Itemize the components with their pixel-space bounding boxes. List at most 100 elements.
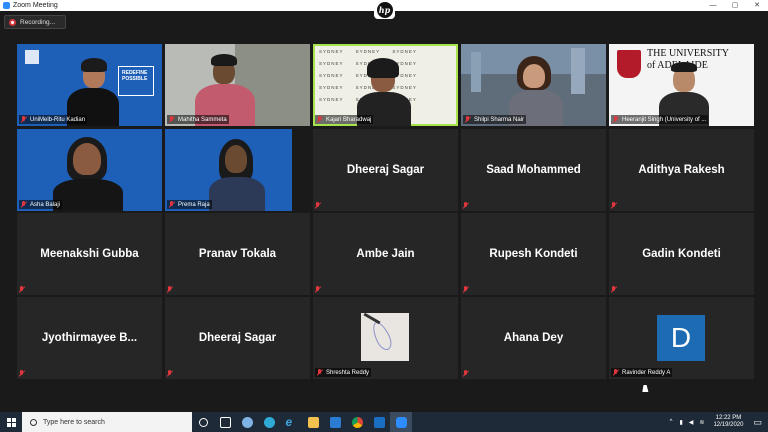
participant-display-name: Gadin Kondeti: [642, 248, 721, 260]
participant-display-name: Pranav Tokala: [198, 248, 277, 260]
video-feed: [165, 44, 310, 126]
edge-icon[interactable]: [258, 412, 280, 432]
participant-display-name: Adithya Rakesh: [638, 164, 725, 176]
system-tray: ^ ▮ ◀ ≋ 12:22 PM 12/19/2020 ▭: [666, 412, 768, 432]
mic-muted-icon: [21, 201, 27, 208]
mic-muted-icon: [21, 116, 27, 123]
clock-time: 12:22 PM: [715, 415, 742, 421]
maximize-button[interactable]: ▢: [724, 0, 746, 11]
mic-muted-icon: [611, 286, 617, 293]
mic-muted-icon: [465, 116, 471, 123]
participant-tile[interactable]: Mahitha Sammeta: [165, 44, 310, 126]
minimize-button[interactable]: —: [702, 0, 724, 11]
participant-display-name: Rupesh Kondeti: [489, 248, 578, 260]
mic-muted-icon: [167, 370, 173, 377]
mic-muted-icon: [167, 286, 173, 293]
participant-tile[interactable]: Saad Mohammed: [461, 129, 606, 211]
participant-tile[interactable]: THE UNIVERSITY of ADELAIDE Heeranjit Sin…: [609, 44, 754, 126]
search-icon: [30, 418, 37, 426]
participant-tile[interactable]: Shilpi Sharma Nair: [461, 44, 606, 126]
participant-tile[interactable]: Gadin Kondeti: [609, 213, 754, 295]
participant-display-name: Meenakshi Gubba: [40, 248, 139, 260]
taskbar-clock[interactable]: 12:22 PM 12/19/2020: [713, 415, 743, 429]
participant-display-name: Ahana Dey: [503, 332, 564, 344]
zoom-icon: [3, 2, 10, 9]
participant-tile[interactable]: D Ravinder Reddy A: [609, 297, 754, 379]
hp-logo: hp: [374, 0, 395, 19]
mic-muted-icon: [315, 202, 321, 209]
participant-tile[interactable]: Dheeraj Sagar: [165, 297, 310, 379]
participant-display-name: Jyothirmayee B...: [41, 332, 138, 344]
chrome-icon[interactable]: [346, 412, 368, 432]
photos-icon[interactable]: [368, 412, 390, 432]
clock-date: 12/19/2020: [713, 422, 744, 428]
task-view-icon[interactable]: [214, 412, 236, 432]
gallery-view: REDEFINE POSSIBLE UniMelb-Ritu Kadian Ma…: [17, 44, 754, 379]
notifications-icon[interactable]: ▭: [753, 417, 762, 428]
video-feed: [17, 129, 162, 211]
cortana-icon[interactable]: [192, 412, 214, 432]
participant-tile[interactable]: Dheeraj Sagar: [313, 129, 458, 211]
mic-muted-icon: [463, 286, 469, 293]
close-button[interactable]: ✕: [746, 0, 768, 11]
participant-tile[interactable]: Ambe Jain: [313, 213, 458, 295]
participant-tile[interactable]: Asha Balaji: [17, 129, 162, 211]
volume-icon[interactable]: ◀: [689, 419, 694, 426]
video-feed: [165, 129, 310, 211]
participant-name: Asha Balaji: [19, 200, 63, 209]
feather-drawing-image: [361, 312, 409, 361]
tray-chevron-icon[interactable]: ^: [670, 419, 673, 425]
mic-muted-icon: [169, 201, 175, 208]
participant-tile[interactable]: REDEFINE POSSIBLE UniMelb-Ritu Kadian: [17, 44, 162, 126]
search-placeholder: Type here to search: [43, 418, 105, 426]
mic-muted-icon: [463, 202, 469, 209]
participant-tile[interactable]: Shreshta Reddy: [313, 297, 458, 379]
windows-logo-icon: [6, 417, 16, 427]
zoom-screen: Zoom Meeting — ▢ ✕ hp Recording... REDEF…: [0, 0, 768, 432]
participant-name: Shilpi Sharma Nair: [463, 115, 527, 124]
internet-explorer-icon[interactable]: e: [280, 412, 302, 432]
participant-tile[interactable]: Adithya Rakesh: [609, 129, 754, 211]
video-feed: [461, 44, 606, 126]
windows-taskbar: Type here to search e ^ ▮ ◀ ≋ 12:22 PM 1…: [0, 412, 768, 432]
zoom-taskbar-icon[interactable]: [390, 412, 412, 432]
mic-muted-icon: [317, 369, 323, 376]
mic-muted-icon: [613, 116, 619, 123]
participant-tile[interactable]: Prema Raja: [165, 129, 310, 211]
mic-muted-icon: [611, 202, 617, 209]
participant-tile-active-speaker[interactable]: SYDNEY SYDNEY SYDNEY SYDNEY SYDNEY SYDNE…: [313, 44, 458, 126]
window-controls: — ▢ ✕: [702, 0, 768, 11]
participant-tile[interactable]: Ahana Dey: [461, 297, 606, 379]
mail-icon[interactable]: [324, 412, 346, 432]
mic-muted-icon: [19, 286, 25, 293]
participant-tile[interactable]: Pranav Tokala: [165, 213, 310, 295]
recording-indicator[interactable]: Recording...: [4, 15, 66, 29]
participant-tile[interactable]: Jyothirmayee B...: [17, 297, 162, 379]
mouse-cursor-icon: [642, 385, 650, 392]
window-title: Zoom Meeting: [13, 2, 58, 9]
video-feed: REDEFINE POSSIBLE: [17, 44, 162, 126]
participant-name: Shreshta Reddy: [315, 368, 372, 377]
participant-display-name: Dheeraj Sagar: [346, 164, 425, 176]
participant-display-name: Dheeraj Sagar: [198, 332, 277, 344]
participant-name: Prema Raja: [167, 200, 212, 209]
video-feed: SYDNEY SYDNEY SYDNEY SYDNEY SYDNEY SYDNE…: [313, 44, 458, 126]
participant-name: Mahitha Sammeta: [167, 115, 229, 124]
mic-muted-icon: [315, 286, 321, 293]
record-icon: [9, 18, 16, 26]
paint-icon[interactable]: [236, 412, 258, 432]
participant-name: Ravinder Reddy A: [611, 368, 673, 377]
participant-tile[interactable]: Rupesh Kondeti: [461, 213, 606, 295]
wifi-icon[interactable]: ≋: [699, 419, 704, 426]
participant-display-name: Saad Mohammed: [486, 164, 581, 176]
participant-tile[interactable]: Meenakshi Gubba: [17, 213, 162, 295]
mic-muted-icon: [317, 116, 323, 123]
start-button[interactable]: [0, 412, 22, 432]
unimelb-logo: [25, 50, 39, 64]
participant-name: Kajari Bharadwaj: [315, 115, 374, 124]
file-explorer-icon[interactable]: [302, 412, 324, 432]
participant-name: Heeranjit Singh (University of ...: [611, 115, 709, 124]
network-icon[interactable]: ▮: [679, 419, 682, 426]
mic-muted-icon: [463, 370, 469, 377]
taskbar-search[interactable]: Type here to search: [22, 412, 192, 432]
